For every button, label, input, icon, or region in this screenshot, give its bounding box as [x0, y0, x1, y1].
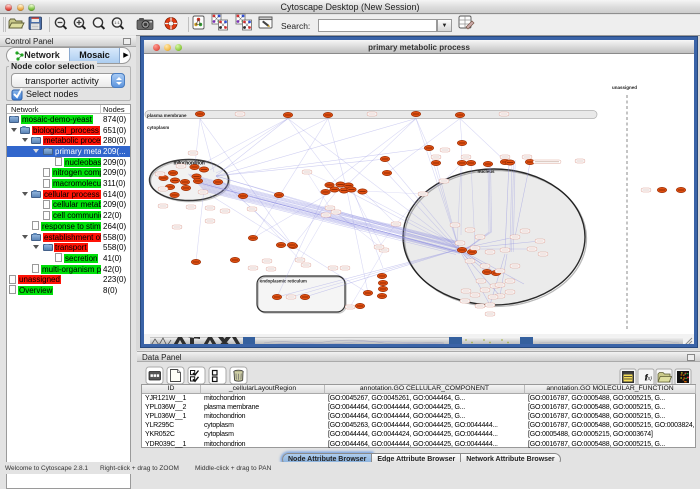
svg-text:cytoplasm: cytoplasm	[147, 125, 169, 130]
svg-text:(x): (x)	[646, 376, 652, 382]
svg-text:nucleus: nucleus	[477, 169, 495, 174]
svg-text:plasma membrane: plasma membrane	[147, 113, 187, 118]
svg-text:unassigned: unassigned	[612, 85, 637, 90]
svg-text:1:1: 1:1	[114, 20, 120, 25]
